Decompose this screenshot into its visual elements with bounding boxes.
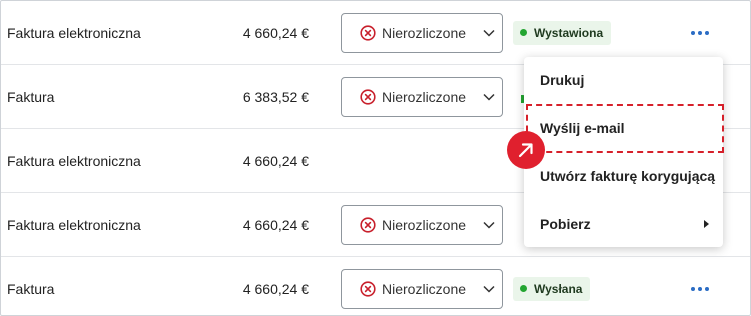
status-badge: Wystawiona [513, 21, 612, 45]
payment-status-label: Nierozliczone [382, 25, 467, 41]
invoice-type: Faktura elektroniczna [7, 217, 141, 233]
menu-item-download[interactable]: Pobierz [524, 201, 723, 247]
invoice-type: Faktura elektroniczna [7, 25, 141, 41]
payment-status-label: Nierozliczone [382, 217, 467, 233]
chevron-down-icon [483, 29, 495, 37]
invoice-type: Faktura elektroniczna [7, 153, 141, 169]
payment-status-label: Nierozliczone [382, 281, 467, 297]
payment-status-select[interactable]: Nierozliczone [341, 13, 503, 53]
chevron-down-icon [483, 93, 495, 101]
menu-item-print[interactable]: Drukuj [524, 57, 723, 103]
menu-item-label: Utwórz fakturę korygującą [540, 168, 716, 184]
menu-item-label: Wyślij e-mail [540, 120, 625, 136]
close-circle-icon [360, 89, 376, 105]
status-badge: Wysłana [513, 277, 591, 301]
more-actions-button[interactable] [689, 281, 713, 297]
chevron-down-icon [483, 285, 495, 293]
status-dot [520, 29, 527, 36]
invoice-amount: 6 383,52 € [242, 89, 309, 105]
status-dot [520, 285, 527, 292]
payment-status-label: Nierozliczone [382, 89, 467, 105]
chevron-down-icon [483, 221, 495, 229]
payment-status-select[interactable]: Nierozliczone [341, 205, 503, 245]
table-row: Faktura 4 660,24 € Nierozliczone Wysłana [1, 257, 750, 315]
close-circle-icon [360, 281, 376, 297]
caret-right-icon [704, 220, 709, 228]
invoice-type: Faktura [7, 281, 55, 297]
menu-item-label: Drukuj [540, 72, 585, 88]
invoice-amount: 4 660,24 € [242, 153, 309, 169]
table-row: Faktura elektroniczna 4 660,24 € Nierozl… [1, 1, 750, 65]
invoice-amount: 4 660,24 € [242, 217, 309, 233]
more-actions-button[interactable] [689, 25, 713, 41]
status-label: Wysłana [534, 282, 583, 296]
menu-item-send-email[interactable]: Wyślij e-mail [524, 105, 723, 151]
payment-status-select[interactable]: Nierozliczone [341, 77, 503, 117]
invoice-type: Faktura [7, 89, 55, 105]
close-circle-icon [360, 217, 376, 233]
actions-menu: Drukuj Wyślij e-mail Utwórz fakturę kory… [524, 57, 723, 247]
close-circle-icon [360, 25, 376, 41]
invoice-amount: 4 660,24 € [242, 25, 309, 41]
status-label: Wystawiona [534, 26, 604, 40]
arrow-up-right-icon [518, 143, 533, 158]
invoice-amount: 4 660,24 € [242, 281, 309, 297]
pointer-badge [507, 131, 545, 169]
menu-item-create-correction[interactable]: Utwórz fakturę korygującą [524, 153, 723, 199]
payment-status-select[interactable]: Nierozliczone [341, 269, 503, 309]
menu-item-label: Pobierz [540, 216, 591, 232]
